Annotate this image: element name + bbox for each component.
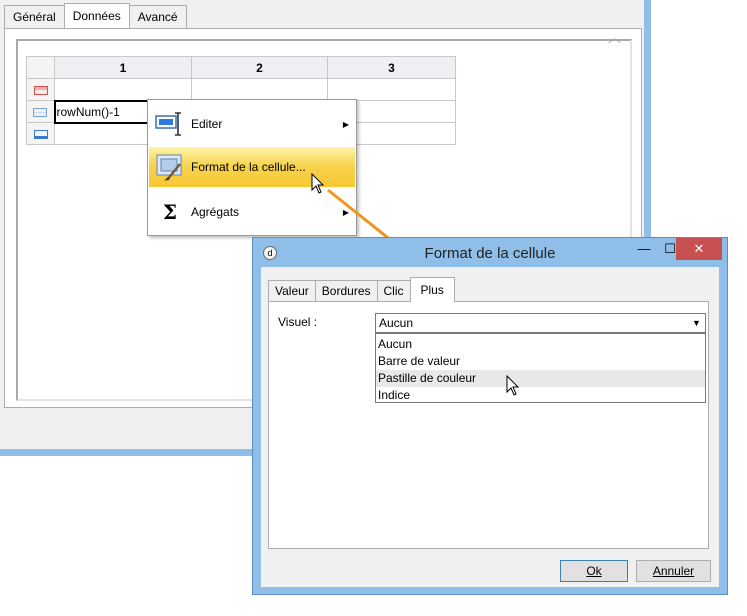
column-header-3[interactable]: 3: [327, 56, 456, 79]
menu-item-label: Agrégats: [191, 205, 240, 219]
mouse-cursor-icon: [506, 375, 520, 396]
column-header-2[interactable]: 2: [191, 56, 328, 79]
visuel-label: Visuel :: [278, 315, 318, 329]
footer-row-icon[interactable]: [26, 122, 55, 145]
ok-button[interactable]: Ok: [560, 560, 628, 582]
option-barre-de-valeur[interactable]: Barre de valeur: [376, 353, 705, 370]
tab-valeur[interactable]: Valeur: [268, 280, 316, 302]
close-button[interactable]: ✕: [676, 238, 722, 260]
edit-icon: [149, 110, 191, 138]
data-row-icon[interactable]: [26, 100, 55, 123]
background-tab-strip: Général Données Avancé: [4, 3, 187, 29]
tab-general[interactable]: Général: [4, 5, 65, 28]
cancel-button-label: Annuler: [652, 564, 695, 578]
menu-item-label: Format de la cellule...: [191, 160, 306, 174]
ok-button-label: Ok: [586, 564, 602, 578]
tab-donnees[interactable]: Données: [63, 3, 130, 28]
tab-bordures[interactable]: Bordures: [314, 280, 378, 302]
grid-cell[interactable]: [191, 78, 328, 101]
format-cellule-dialog: d Format de la cellule — ☐ ✕ Valeur Bord…: [252, 237, 728, 595]
tab-plus[interactable]: Plus: [409, 277, 455, 302]
grid-header-row: 1 2 3: [26, 56, 456, 79]
menu-item-agregats[interactable]: Σ Agrégats ▶: [149, 192, 355, 232]
option-indice[interactable]: Indice: [376, 387, 705, 404]
chevron-down-icon[interactable]: ▼: [688, 314, 705, 332]
visuel-dropdown[interactable]: Aucun ▼: [375, 313, 706, 333]
tab-avance[interactable]: Avancé: [128, 5, 187, 28]
submenu-arrow-icon: ▶: [342, 119, 349, 129]
grid-cell[interactable]: [54, 78, 192, 101]
menu-item-editer[interactable]: Editer ▶: [149, 104, 355, 144]
grid-corner: [26, 56, 55, 79]
sigma-icon: Σ: [162, 200, 178, 224]
dialog-tab-strip: Valeur Bordures Clic Plus: [268, 277, 455, 302]
minimize-button[interactable]: —: [630, 238, 658, 260]
cancel-button[interactable]: Annuler: [636, 560, 711, 582]
header-row-icon[interactable]: [26, 78, 55, 101]
menu-item-label: Editer: [191, 117, 223, 131]
scroll-up-icon[interactable]: ︿: [608, 27, 621, 46]
grid-cell[interactable]: [327, 78, 456, 101]
column-header-1[interactable]: 1: [54, 56, 192, 79]
option-pastille-de-couleur[interactable]: Pastille de couleur: [376, 370, 705, 387]
visuel-selected-value: Aucun: [379, 316, 414, 330]
tab-clic[interactable]: Clic: [376, 280, 411, 302]
dialog-body: Valeur Bordures Clic Plus Visuel : Aucun…: [261, 267, 719, 587]
cell-format-icon: [149, 152, 191, 182]
submenu-arrow-icon: ▶: [342, 207, 349, 217]
context-menu: Editer ▶ Format de la cellule... Σ Agrég…: [147, 99, 357, 236]
mouse-cursor-icon: [311, 173, 325, 194]
option-aucun[interactable]: Aucun: [376, 336, 705, 353]
table-row: [26, 78, 456, 101]
visuel-options-list: Aucun Barre de valeur Pastille de couleu…: [375, 333, 706, 403]
